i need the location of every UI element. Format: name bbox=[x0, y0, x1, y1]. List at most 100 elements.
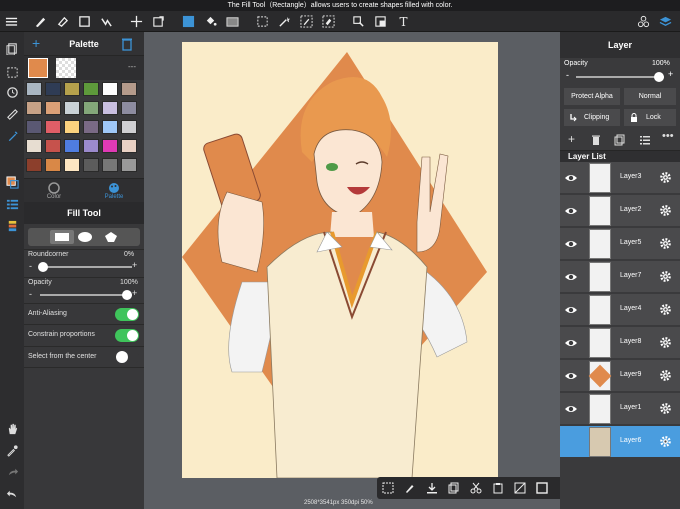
constrain-toggle[interactable] bbox=[115, 329, 139, 342]
opacity-minus[interactable]: - bbox=[29, 289, 32, 299]
layer-opacity-minus[interactable]: - bbox=[566, 70, 569, 80]
move-icon[interactable] bbox=[129, 14, 144, 29]
rectangle-icon[interactable] bbox=[77, 14, 92, 29]
deselect-icon[interactable] bbox=[535, 481, 549, 495]
layer-settings-gear-icon[interactable] bbox=[659, 171, 672, 184]
layer-row[interactable]: Layer2 bbox=[560, 195, 680, 227]
paste-icon[interactable] bbox=[491, 481, 505, 495]
redo-icon[interactable] bbox=[4, 464, 20, 480]
pen-icon[interactable] bbox=[403, 481, 417, 495]
layer-row[interactable]: Layer7 bbox=[560, 261, 680, 293]
select-rect-icon[interactable] bbox=[255, 14, 270, 29]
palette-swatch[interactable] bbox=[102, 82, 118, 96]
layer-row[interactable]: Layer5 bbox=[560, 228, 680, 260]
download-icon[interactable] bbox=[425, 481, 439, 495]
smudge-icon[interactable] bbox=[99, 14, 114, 29]
palette-swatch[interactable] bbox=[64, 82, 80, 96]
layer-list-icon[interactable] bbox=[639, 134, 651, 146]
roundcorner-minus[interactable]: - bbox=[29, 261, 32, 271]
brush-icon[interactable] bbox=[33, 14, 48, 29]
lock-button[interactable]: Lock bbox=[624, 109, 676, 126]
palette-swatch[interactable] bbox=[83, 101, 99, 115]
cut-icon[interactable] bbox=[469, 481, 483, 495]
visibility-eye-icon[interactable] bbox=[564, 336, 578, 350]
layer-row[interactable]: Layer6 bbox=[560, 426, 680, 458]
ruler-icon[interactable] bbox=[4, 106, 20, 122]
canvas-list-icon[interactable] bbox=[4, 40, 20, 56]
palette-swatch[interactable] bbox=[26, 101, 42, 115]
layer-opacity-plus[interactable]: + bbox=[668, 69, 673, 79]
palette-swatch[interactable] bbox=[45, 82, 61, 96]
layer-row[interactable]: Layer4 bbox=[560, 294, 680, 326]
visibility-eye-icon[interactable] bbox=[564, 237, 578, 251]
select-eraser-icon[interactable] bbox=[321, 14, 336, 29]
palette-swatch[interactable] bbox=[45, 120, 61, 134]
layer-row[interactable]: Layer9 bbox=[560, 360, 680, 392]
shape-polygon-button[interactable] bbox=[104, 230, 118, 244]
secondary-color-swatch[interactable] bbox=[56, 58, 76, 78]
visibility-eye-icon[interactable] bbox=[564, 204, 578, 218]
layer-settings-gear-icon[interactable] bbox=[659, 237, 672, 250]
blend-mode-button[interactable]: Normal bbox=[624, 88, 676, 105]
palette-swatch[interactable] bbox=[121, 82, 137, 96]
canvas-area[interactable]: 2508*3541px 350dpi 50% bbox=[144, 32, 560, 509]
palette-swatch[interactable] bbox=[64, 139, 80, 153]
layer-settings-gear-icon[interactable] bbox=[659, 369, 672, 382]
undo-icon[interactable] bbox=[4, 486, 20, 502]
palette-list-icon[interactable] bbox=[4, 196, 20, 212]
layer-settings-gear-icon[interactable] bbox=[659, 270, 672, 283]
layer-row[interactable]: Layer3 bbox=[560, 162, 680, 194]
roundcorner-slider[interactable] bbox=[40, 266, 132, 268]
palette-swatch[interactable] bbox=[26, 158, 42, 172]
palette-swatch[interactable] bbox=[26, 139, 42, 153]
layer-settings-gear-icon[interactable] bbox=[659, 336, 672, 349]
visibility-eye-icon[interactable] bbox=[564, 270, 578, 284]
select-all-icon[interactable] bbox=[513, 481, 527, 495]
layer-row[interactable]: Layer8 bbox=[560, 327, 680, 359]
palette-swatch[interactable] bbox=[121, 120, 137, 134]
layer-settings-gear-icon[interactable] bbox=[659, 303, 672, 316]
palette-swatch[interactable] bbox=[102, 101, 118, 115]
palette-swatch[interactable] bbox=[26, 120, 42, 134]
layer-copy-icon[interactable] bbox=[614, 134, 626, 146]
hand-icon[interactable] bbox=[4, 420, 20, 436]
palette-swatch[interactable] bbox=[26, 82, 42, 96]
shape-rectangle-button[interactable] bbox=[50, 230, 74, 244]
trash-icon[interactable] bbox=[121, 37, 133, 51]
visibility-eye-icon[interactable] bbox=[564, 369, 578, 383]
delete-layer-icon[interactable] bbox=[591, 134, 601, 146]
palette-swatch[interactable] bbox=[64, 101, 80, 115]
opacity-slider[interactable] bbox=[40, 294, 132, 296]
layers-icon[interactable] bbox=[658, 14, 673, 29]
palette-swatch[interactable] bbox=[83, 139, 99, 153]
layer-opacity-slider[interactable] bbox=[576, 76, 664, 78]
select-layer-icon[interactable] bbox=[351, 14, 366, 29]
tab-palette[interactable]: Palette bbox=[84, 179, 144, 203]
visibility-eye-icon[interactable] bbox=[564, 402, 578, 416]
brush-list-icon[interactable] bbox=[4, 218, 20, 234]
clipping-button[interactable]: Clipping bbox=[564, 109, 620, 126]
transform-icon[interactable] bbox=[151, 14, 166, 29]
palette-swatch[interactable] bbox=[102, 120, 118, 134]
gradient-icon[interactable] bbox=[225, 14, 240, 29]
visibility-eye-icon[interactable] bbox=[564, 171, 578, 185]
canvas-paper[interactable] bbox=[182, 42, 498, 478]
palette-swatch[interactable] bbox=[83, 82, 99, 96]
more-icon[interactable]: --- bbox=[128, 62, 136, 71]
primary-color-swatch[interactable] bbox=[28, 58, 48, 78]
roundcorner-knob[interactable] bbox=[38, 262, 48, 272]
materials-icon[interactable] bbox=[636, 14, 651, 29]
layer-opacity-knob[interactable] bbox=[654, 72, 664, 82]
palette-swatch[interactable] bbox=[121, 158, 137, 172]
layer-settings-gear-icon[interactable] bbox=[659, 435, 672, 448]
layer-settings-gear-icon[interactable] bbox=[659, 204, 672, 217]
eraser-icon[interactable] bbox=[55, 14, 70, 29]
palette-swatch[interactable] bbox=[121, 101, 137, 115]
add-layer-icon[interactable]: + bbox=[568, 132, 575, 146]
palette-swatch[interactable] bbox=[121, 139, 137, 153]
palette-swatch[interactable] bbox=[45, 139, 61, 153]
color-swap-icon[interactable] bbox=[4, 174, 20, 190]
copy-icon[interactable] bbox=[447, 481, 461, 495]
transform-select-icon[interactable] bbox=[373, 14, 388, 29]
shape-ellipse-button[interactable] bbox=[78, 232, 92, 242]
